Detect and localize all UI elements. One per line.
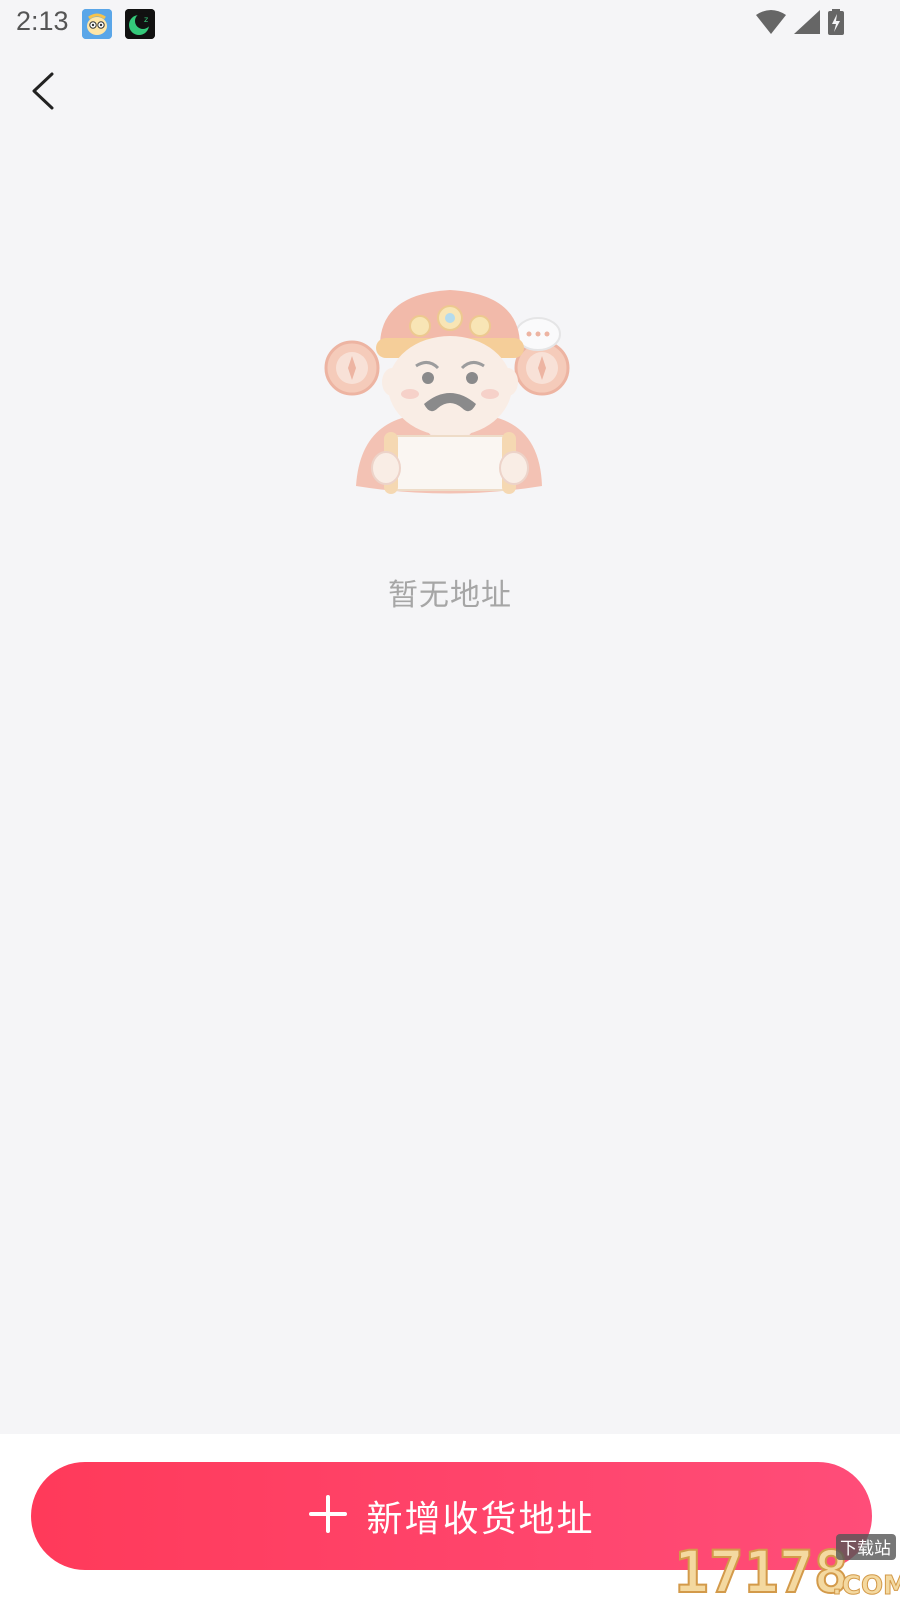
svg-text:z: z [144,15,148,24]
watermark-number: 17178 [674,1538,849,1600]
plus-icon [308,1494,348,1538]
cellular-signal-icon [794,10,820,38]
god-of-wealth-scroll-illustration [320,286,580,516]
watermark-tag: 下载站 [840,1539,891,1559]
watermark-suffix: .COM [832,1571,900,1600]
chevron-left-icon [22,72,66,118]
status-time: 2:13 [16,6,69,36]
status-bar: 2:13 z [0,0,900,48]
site-watermark: 17178 .COM 下载站 [670,1528,900,1600]
empty-state-message: 暂无地址 [388,578,512,613]
battery-charging-icon [828,9,844,39]
add-address-label: 新增收货地址 [366,1499,595,1540]
app-mascot-icon [82,9,112,39]
wifi-icon [756,10,786,38]
back-button[interactable] [22,68,66,114]
moon-app-icon: z [125,9,155,39]
system-status-icons [756,9,844,39]
address-list-screen: 2:13 z 暂无地址 新增收货地址 17178 .COM 下载站 [0,0,900,1600]
